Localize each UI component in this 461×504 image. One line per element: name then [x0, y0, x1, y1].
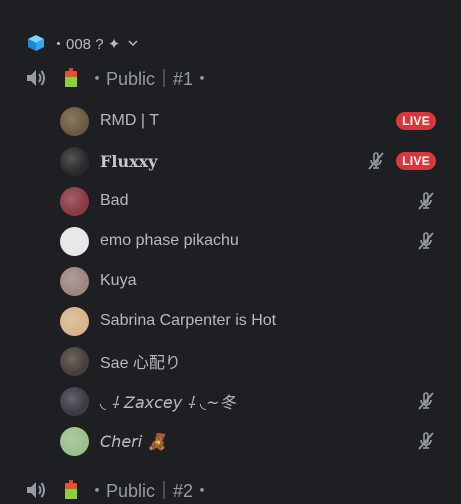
voice-user[interactable]: Kuya	[60, 264, 440, 298]
voice-user[interactable]: Sabrina Carpenter is Hot	[60, 304, 440, 338]
user-name: Sae 心配り	[100, 355, 181, 372]
category-name: ・008 ? ✦	[51, 35, 121, 53]
user-name: emo phase pikachu	[100, 232, 239, 249]
user-name: Bad	[100, 192, 129, 209]
avatar	[60, 106, 89, 136]
voice-user[interactable]: 𝘊𝘩𝘦𝘳𝘪 🧸	[60, 424, 440, 458]
speaker-icon	[27, 70, 45, 86]
voice-channel-public-2[interactable]: ・Public｜#2・	[24, 476, 454, 504]
avatar	[60, 146, 89, 176]
muted-mic-icon	[416, 231, 436, 251]
channel-name: ・Public｜#2・	[88, 481, 212, 501]
user-name: Fluxxy	[100, 151, 158, 171]
voice-user[interactable]: ◟ ⸸ 𝘡𝘢𝘹𝘤𝘦𝘺 ⸸ ◟~冬	[60, 384, 440, 418]
voice-user[interactable]: Fluxxy LIVE	[60, 144, 440, 178]
live-badge: LIVE	[396, 152, 436, 170]
ice-cube-icon	[28, 35, 44, 51]
user-name: RMD | T	[100, 112, 159, 129]
voice-channel-public-1[interactable]: ・Public｜#1・	[24, 64, 454, 92]
muted-mic-icon	[416, 391, 436, 411]
battery-icon	[65, 480, 77, 499]
battery-icon	[65, 68, 77, 87]
avatar	[60, 226, 89, 256]
voice-user[interactable]: Sae 心配り	[60, 344, 440, 378]
voice-category-header[interactable]: ・008 ? ✦	[27, 31, 138, 55]
avatar	[60, 346, 89, 376]
muted-mic-icon	[416, 431, 436, 451]
user-name: Kuya	[100, 272, 137, 289]
avatar	[60, 266, 89, 296]
channel-name: ・Public｜#1・	[88, 69, 212, 89]
voice-user[interactable]: RMD | T LIVE	[60, 104, 440, 138]
avatar	[60, 386, 89, 416]
avatar	[60, 306, 89, 336]
avatar	[60, 426, 89, 456]
muted-mic-icon	[416, 191, 436, 211]
chevron-down-icon	[128, 40, 138, 47]
muted-mic-icon	[366, 151, 386, 171]
user-name: ◟ ⸸ 𝘡𝘢𝘹𝘤𝘦𝘺 ⸸ ◟~冬	[100, 393, 236, 412]
voice-user[interactable]: Bad	[60, 184, 440, 218]
live-badge: LIVE	[396, 112, 436, 130]
avatar	[60, 186, 89, 216]
speaker-icon	[27, 482, 45, 498]
voice-user[interactable]: emo phase pikachu	[60, 224, 440, 258]
user-name: Sabrina Carpenter is Hot	[100, 312, 277, 329]
user-name: 𝘊𝘩𝘦𝘳𝘪 🧸	[100, 431, 168, 451]
